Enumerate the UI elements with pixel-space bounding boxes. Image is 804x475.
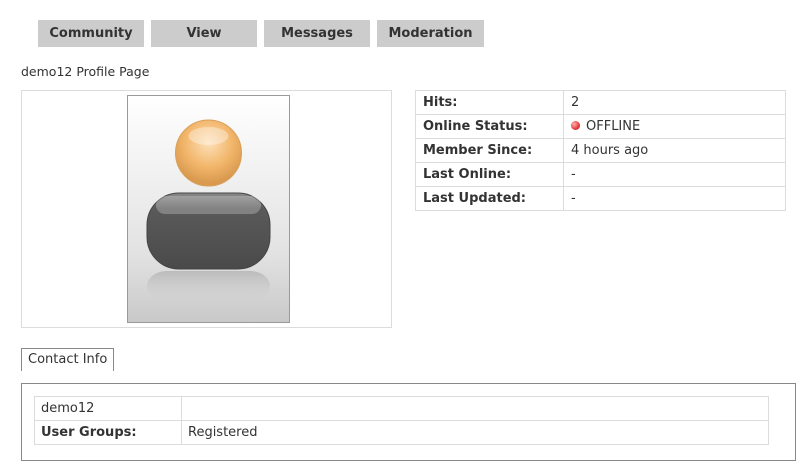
avatar: [127, 95, 290, 323]
table-row: Hits: 2: [415, 90, 786, 115]
stat-label: Hits:: [415, 90, 564, 115]
tab-contact-info[interactable]: Contact Info: [21, 348, 115, 371]
table-row: Member Since: 4 hours ago: [415, 138, 786, 163]
stat-label: Last Updated:: [415, 186, 564, 211]
stat-value: -: [563, 162, 786, 187]
default-user-avatar-icon: [146, 119, 271, 301]
contact-value: [181, 396, 769, 421]
tab-moderation[interactable]: Moderation: [377, 20, 484, 47]
stat-value: 4 hours ago: [563, 138, 786, 163]
contact-info-table: demo12 User Groups: Registered: [34, 396, 769, 445]
stat-value: -: [563, 186, 786, 211]
offline-status-icon: [571, 121, 580, 130]
tab-messages[interactable]: Messages: [264, 20, 370, 47]
contact-label: User Groups:: [34, 420, 182, 445]
contact-username: demo12: [34, 396, 182, 421]
profile-stats-table: Hits: 2 Online Status: OFFLINE Member Si…: [415, 90, 786, 211]
contact-value: Registered: [181, 420, 769, 445]
avatar-panel: [21, 90, 392, 328]
tab-view[interactable]: View: [151, 20, 257, 47]
tab-community[interactable]: Community: [38, 20, 144, 47]
table-row: Last Updated: -: [415, 186, 786, 211]
stat-label: Member Since:: [415, 138, 564, 163]
online-status-cell: OFFLINE: [563, 114, 786, 139]
table-row: User Groups: Registered: [34, 420, 769, 445]
online-status-value: OFFLINE: [586, 119, 641, 134]
contact-info-panel: demo12 User Groups: Registered: [21, 383, 796, 461]
table-row: Last Online: -: [415, 162, 786, 187]
page-title: demo12 Profile Page: [21, 64, 150, 79]
stat-label: Last Online:: [415, 162, 564, 187]
stat-value: 2: [563, 90, 786, 115]
table-row: Online Status: OFFLINE: [415, 114, 786, 139]
stat-label: Online Status:: [415, 114, 564, 139]
table-row: demo12: [34, 396, 769, 421]
